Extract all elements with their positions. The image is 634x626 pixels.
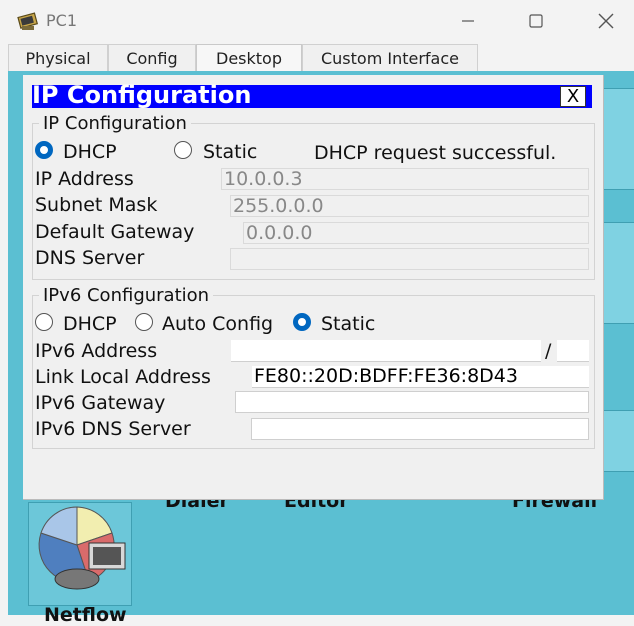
ipv6-static-radio[interactable] <box>293 313 311 331</box>
tab-custom-interface[interactable]: Custom Interface <box>302 44 478 71</box>
ipv6-address-label: IPv6 Address <box>35 340 158 362</box>
maximize-icon <box>529 14 543 28</box>
dialog-close-button[interactable]: X <box>560 86 586 107</box>
ip-address-label: IP Address <box>35 168 134 190</box>
close-icon <box>598 13 614 29</box>
ipv6-auto-config-radio[interactable] <box>135 313 153 331</box>
ipv6-dhcp-radio[interactable] <box>35 313 53 331</box>
dns-server-label: DNS Server <box>35 247 145 269</box>
window-title: PC1 <box>46 11 77 30</box>
minimize-icon <box>462 20 474 22</box>
ipv6-gateway-field[interactable] <box>235 391 589 413</box>
link-local-address-label: Link Local Address <box>35 366 211 388</box>
pc-app-icon <box>17 12 39 30</box>
tab-desktop[interactable]: Desktop <box>196 44 302 72</box>
pie-chart-computer-icon <box>38 506 126 590</box>
prefix-separator: / <box>545 340 552 362</box>
default-gateway-label: Default Gateway <box>35 221 195 243</box>
ipv6-gateway-label: IPv6 Gateway <box>35 392 166 414</box>
ipv6-static-label[interactable]: Static <box>321 313 375 335</box>
ipv6-dhcp-label[interactable]: DHCP <box>63 313 117 335</box>
ipv4-static-label[interactable]: Static <box>203 141 257 163</box>
ipv4-dhcp-radio[interactable] <box>35 141 53 159</box>
window-titlebar: PC1 <box>0 0 634 44</box>
minimize-button[interactable] <box>448 6 488 36</box>
ip-configuration-dialog: IP Configuration X IP Configuration DHCP… <box>23 75 604 500</box>
dialog-title: IP Configuration <box>32 81 252 109</box>
tab-config[interactable]: Config <box>108 44 196 71</box>
ipv6-auto-config-label[interactable]: Auto Config <box>162 313 273 335</box>
subnet-mask-label: Subnet Mask <box>35 194 158 216</box>
default-gateway-field[interactable]: 0.0.0.0 <box>243 222 589 244</box>
ipv6-prefix-field[interactable] <box>557 340 589 362</box>
ip-address-field[interactable]: 10.0.0.3 <box>221 168 589 190</box>
dhcp-status-text: DHCP request successful. <box>314 142 557 164</box>
link-local-address-field[interactable]: FE80::20D:BDFF:FE36:8D43 <box>252 366 589 388</box>
ipv4-static-radio[interactable] <box>174 141 192 159</box>
ipv6-address-field[interactable] <box>231 340 541 362</box>
ipv6-legend: IPv6 Configuration <box>39 285 214 306</box>
netflow-app-tile[interactable] <box>28 502 132 606</box>
netflow-label[interactable]: Netflow <box>44 604 127 626</box>
subnet-mask-field[interactable]: 255.0.0.0 <box>230 195 589 217</box>
maximize-button[interactable] <box>516 6 556 36</box>
close-button[interactable] <box>586 6 626 36</box>
ipv6-dns-server-label: IPv6 DNS Server <box>35 418 191 440</box>
ipv4-legend: IP Configuration <box>39 113 191 134</box>
ipv6-dns-server-field[interactable] <box>251 418 589 440</box>
dns-server-field[interactable] <box>230 248 589 270</box>
tab-physical[interactable]: Physical <box>8 44 108 71</box>
dialog-header: IP Configuration X <box>32 81 592 109</box>
ipv4-dhcp-label[interactable]: DHCP <box>63 141 117 163</box>
